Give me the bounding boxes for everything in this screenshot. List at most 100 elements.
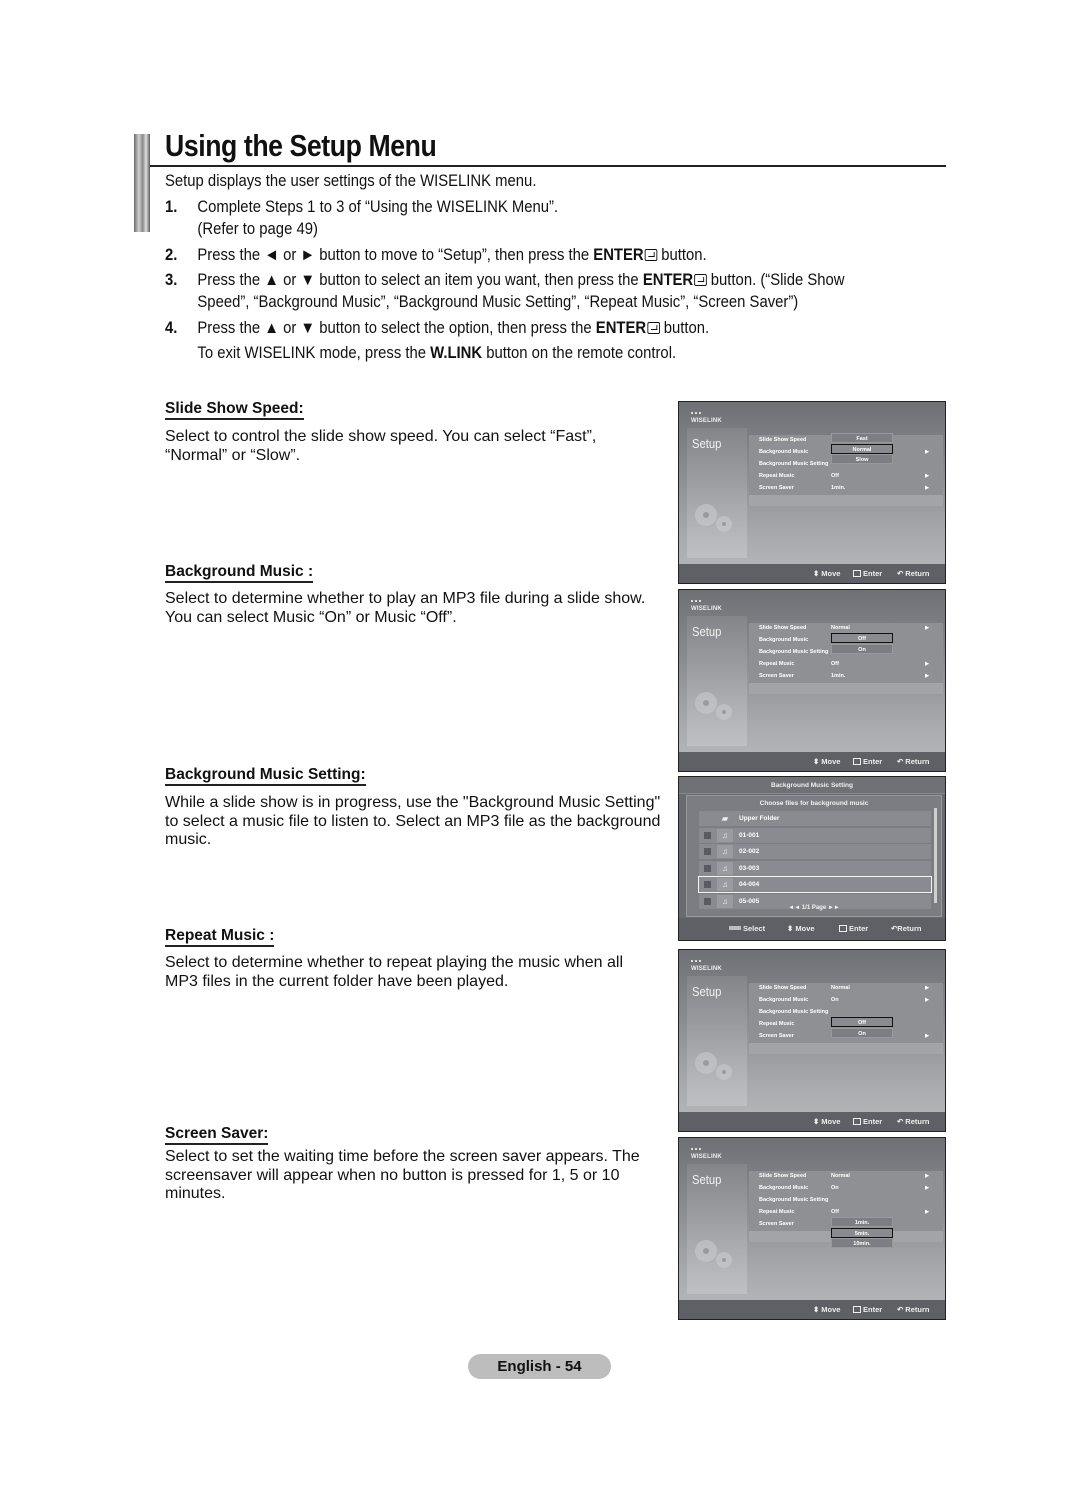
bgm-pager[interactable]: ◄◄ 1/1 Page ►►	[687, 905, 941, 911]
section-body-background-music: Select to determine whether to play an M…	[165, 590, 646, 626]
menu-row[interactable]: Screen Saver 1min. ▶	[749, 671, 943, 683]
return-icon: ↶	[897, 1117, 904, 1126]
menu-row-label: Background Music	[759, 449, 809, 455]
file-name: 04-004	[739, 881, 760, 888]
footer-move: ⬍ Move	[813, 1117, 840, 1126]
right-arrow-icon: ▶	[925, 1209, 929, 1215]
menu-row-label: Background Music Setting	[759, 1197, 829, 1203]
page-title: Using the Setup Menu	[165, 128, 437, 163]
popup-option[interactable]: 5min.	[831, 1227, 893, 1238]
move-icon: ⬍	[787, 924, 794, 933]
move-icon: ⬍	[813, 757, 820, 766]
step-text-end: button.	[657, 246, 707, 264]
footer-enter-label: Enter	[863, 1117, 883, 1126]
popup-option[interactable]: Off	[831, 633, 893, 643]
step-continuation: (Refer to page 49)	[197, 220, 318, 238]
bgm-footer: Select ⬍ Move Enter ↶Return	[679, 918, 945, 940]
menu-row-value: On	[831, 1185, 839, 1191]
setup-label: Setup	[692, 985, 722, 999]
footer-select-label: Select	[743, 924, 766, 933]
menu-row-label: Background Music	[759, 997, 809, 1003]
section-heading-slide-show-speed: Slide Show Speed:	[165, 399, 304, 420]
footer-move-label: Move	[821, 757, 841, 766]
footer-return: ↶Return	[897, 757, 929, 766]
bgm-panel: Choose files for background music ▰ Uppe…	[686, 795, 942, 917]
popup-option[interactable]: 10min.	[831, 1238, 893, 1248]
menu-row-empty	[749, 495, 943, 506]
intro-text: Setup displays the user settings of the …	[165, 172, 537, 190]
menu-row-value: Off	[831, 473, 839, 479]
checkbox[interactable]	[704, 848, 711, 855]
bgm-file-row[interactable]: ♫ 02-002	[699, 844, 931, 859]
menu-row[interactable]: Slide Show Speed Normal ▶	[749, 1171, 943, 1183]
footer-enter-label: Enter	[863, 1305, 883, 1314]
popup-option[interactable]: Normal	[831, 443, 893, 454]
popup-option[interactable]: Fast	[831, 433, 893, 443]
bgm-file-row[interactable]: ♫ 01-001	[699, 827, 931, 843]
section-body-screen-saver: Select to set the waiting time before th…	[165, 1148, 640, 1202]
footer-return-label: Return	[897, 924, 922, 933]
title-rule	[150, 165, 946, 167]
file-name: 01-001	[739, 831, 760, 839]
title-decoration-bar	[134, 134, 150, 232]
enter-icon	[647, 322, 660, 334]
upper-folder-label: Upper Folder	[739, 815, 780, 822]
menu-row[interactable]: Repeat Music Off ▶	[749, 659, 943, 671]
tv-footer: ⬍ Move Enter ↶ Return	[679, 564, 945, 583]
enter-key-label: ENTER	[593, 246, 644, 264]
scrollbar[interactable]	[934, 808, 937, 903]
menu-row[interactable]: Slide Show Speed Normal ▶	[749, 983, 943, 995]
menu-row-value: Normal	[831, 985, 850, 991]
footer-move: ⬍ Move	[787, 924, 815, 933]
enter-key-label: ENTER	[595, 319, 647, 337]
menu-row-empty	[749, 683, 943, 694]
footer-select: Select	[729, 924, 765, 933]
enter-icon	[853, 1118, 861, 1125]
footer-return: ↶Return	[897, 1305, 929, 1314]
menu-row[interactable]: Background Music Setting	[749, 1195, 943, 1207]
section-body-slide-show-speed: Select to control the slide show speed. …	[165, 428, 597, 464]
setup-label: Setup	[692, 625, 722, 639]
bgm-file-row[interactable]: ♫ 04-004	[698, 876, 932, 893]
footer-enter-label: Enter	[863, 569, 883, 578]
footer-enter-label: Enter	[863, 757, 883, 766]
option-popup: 1min. 5min. 10min.	[831, 1217, 893, 1249]
tv-footer: ⬍ Move Enter ↶ Return	[679, 1112, 945, 1131]
checkbox[interactable]	[704, 881, 711, 888]
menu-row-value: On	[831, 997, 839, 1003]
popup-option[interactable]: On	[831, 643, 893, 654]
upper-folder-row[interactable]: ▰ Upper Folder	[699, 811, 931, 826]
menu-row[interactable]: Background Music On ▶	[749, 1183, 943, 1195]
footer-enter: Enter	[853, 1117, 882, 1126]
step-number: 1.	[165, 198, 178, 216]
popup-option[interactable]: 1min.	[831, 1217, 893, 1227]
footer-move-label: Move	[821, 569, 841, 578]
menu-row[interactable]: Background Music On ▶	[749, 995, 943, 1007]
step-number: 4.	[165, 319, 178, 337]
section-heading-background-music: Background Music :	[165, 562, 314, 583]
return-icon: ↶	[897, 1305, 904, 1314]
menu-row[interactable]: Repeat Music Off ▶	[749, 471, 943, 483]
checkbox[interactable]	[704, 864, 711, 872]
checkbox[interactable]	[704, 897, 711, 905]
footer-move-label: Move	[795, 924, 815, 933]
enter-icon	[853, 1306, 861, 1313]
menu-row-value: 1min.	[831, 485, 846, 491]
popup-option[interactable]: Off	[831, 1017, 893, 1027]
bgm-title: Background Music Setting	[679, 777, 945, 794]
step-text: Complete Steps 1 to 3 of “Using the WISE…	[197, 198, 559, 216]
menu-row-empty	[749, 1043, 943, 1054]
bgm-file-row[interactable]: ♫ 03-003	[699, 860, 931, 876]
tv-screen-screen-saver: WISELINK Setup Slide Show Speed Normal ▶ Back…	[678, 1137, 946, 1320]
menu-row-label: Repeat Music	[759, 1021, 795, 1027]
wiselink-logo: WISELINK	[691, 412, 722, 424]
music-note-icon: ♫	[717, 878, 733, 891]
right-arrow-icon: ▶	[925, 673, 929, 679]
checkbox[interactable]	[704, 831, 711, 839]
menu-row[interactable]: Screen Saver 1min. ▶	[749, 483, 943, 495]
popup-option[interactable]: Slow	[831, 454, 893, 464]
menu-row-value: Normal	[831, 1173, 850, 1179]
popup-option[interactable]: On	[831, 1027, 893, 1038]
tv-screen-background-music: WISELINK Setup Slide Show Speed Normal ▶ Back…	[678, 589, 946, 772]
tv-footer: ⬍ Move Enter ↶ Return	[679, 752, 945, 771]
